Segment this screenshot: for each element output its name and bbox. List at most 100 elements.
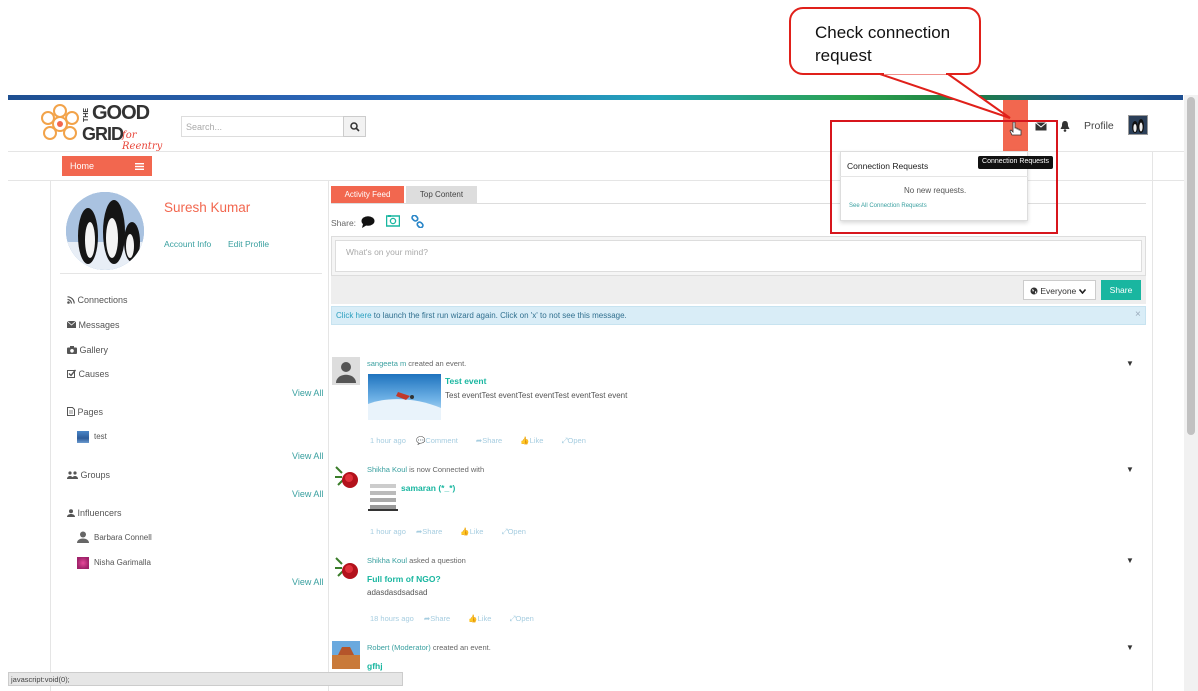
callout-line-1: Check connection <box>815 23 951 42</box>
feed-header: Shikha Koul is now Connected with <box>367 465 484 474</box>
audience-select[interactable]: Everyone <box>1023 280 1096 300</box>
feed-action: asked a question <box>407 556 466 565</box>
feed-options-caret[interactable]: ▼ <box>1126 643 1134 652</box>
post-composer: What's on your mind? <box>331 236 1146 276</box>
feed-options-caret[interactable]: ▼ <box>1126 465 1134 474</box>
feed-author-link[interactable]: sangeeta m <box>367 359 406 368</box>
account-info-link[interactable]: Account Info <box>164 239 211 249</box>
camera-icon <box>67 346 77 354</box>
logo-good: GOOD <box>92 102 150 124</box>
feed-actions: 1 hour ago ➦Share 👍Like ⤢Open <box>370 527 542 537</box>
profile-link[interactable]: Profile <box>1084 120 1114 132</box>
influencer-nisha-garimalla[interactable]: Nisha Garimalla <box>94 558 151 567</box>
open-label: Open <box>507 527 526 536</box>
influencers-view-all-link[interactable]: View All <box>292 577 323 587</box>
sidebar-item-pages[interactable]: Pages <box>67 407 103 417</box>
search-button[interactable] <box>343 116 366 137</box>
groups-view-all-link[interactable]: View All <box>292 489 323 499</box>
close-icon[interactable]: × <box>1135 309 1141 320</box>
feed-action: is now Connected with <box>407 465 485 474</box>
share-label: Share <box>430 614 451 623</box>
feed-item-title[interactable]: Full form of NGO? <box>367 574 441 584</box>
search-input[interactable]: Search... <box>181 116 344 137</box>
comment-action[interactable]: 💬Comment <box>416 436 466 445</box>
rss-icon <box>67 296 75 304</box>
hamburger-menu-icon[interactable] <box>135 163 144 170</box>
feed-options-caret[interactable]: ▼ <box>1126 359 1134 368</box>
feed-options-caret[interactable]: ▼ <box>1126 556 1134 565</box>
share-action[interactable]: ➦Share <box>424 614 458 623</box>
like-action[interactable]: 👍Like <box>460 527 491 536</box>
feed-header: sangeeta m created an event. <box>367 359 466 368</box>
influencer-avatar[interactable] <box>77 557 89 569</box>
feed-author-link[interactable]: Shikha Koul <box>367 465 407 474</box>
sidebar-item-messages[interactable]: Messages <box>66 320 120 330</box>
site-logo[interactable]: THE GOOD GRID for Reentry <box>38 102 178 152</box>
share-label: Share <box>422 527 443 536</box>
share-action[interactable]: ➦Share <box>416 527 450 536</box>
feed-timestamp: 1 hour ago <box>370 436 406 445</box>
callout-line-2: request <box>815 46 872 65</box>
tab-activity-feed[interactable]: Activity Feed <box>331 186 404 203</box>
skydiver-photo-icon <box>368 392 441 420</box>
profile-divider <box>60 273 322 274</box>
feed-item-title[interactable]: Test event <box>445 376 486 386</box>
landscape-photo-icon <box>332 641 360 669</box>
feed-item-title[interactable]: samaran (*_*) <box>401 483 455 493</box>
status-textarea[interactable]: What's on your mind? <box>335 240 1142 272</box>
link-icon[interactable] <box>411 215 424 228</box>
sidebar-item-label: Messages <box>78 320 120 330</box>
bell-icon[interactable] <box>1060 121 1070 132</box>
share-button[interactable]: Share <box>1101 280 1141 300</box>
wizard-launch-link[interactable]: Click here <box>336 311 372 320</box>
edit-profile-link[interactable]: Edit Profile <box>228 239 269 249</box>
influencer-barbara-connell[interactable]: Barbara Connell <box>94 533 152 542</box>
sidebar-item-influencers[interactable]: Influencers <box>67 508 122 518</box>
penguins-photo-icon <box>66 192 144 270</box>
user-silhouette-icon <box>336 362 356 383</box>
like-action[interactable]: 👍Like <box>468 614 499 623</box>
profile-name: Suresh Kumar <box>164 200 251 215</box>
open-action[interactable]: ⤢Open <box>502 527 534 536</box>
event-image[interactable] <box>368 374 441 420</box>
sidebar-item-causes[interactable]: Causes <box>67 369 109 379</box>
feed-timestamp: 1 hour ago <box>370 527 406 536</box>
open-action[interactable]: ⤢Open <box>562 436 594 445</box>
page-item-test[interactable]: test <box>94 432 107 441</box>
like-label: Like <box>477 614 492 623</box>
wizard-notice-text: to launch the first run wizard again. Cl… <box>371 311 627 320</box>
feed-avatar[interactable] <box>332 463 360 491</box>
user-avatar[interactable] <box>1128 115 1148 135</box>
pages-view-all-link[interactable]: View All <box>292 451 323 461</box>
home-button[interactable]: Home <box>62 156 152 176</box>
feed-item-title[interactable]: gfhj <box>367 661 383 671</box>
page-scrollbar[interactable] <box>1184 95 1198 691</box>
causes-view-all-link[interactable]: View All <box>292 388 323 398</box>
annotation-highlight-box <box>830 120 1058 234</box>
feed-author-link[interactable]: Shikha Koul <box>367 556 407 565</box>
tab-top-content[interactable]: Top Content <box>406 186 477 203</box>
profile-photo[interactable] <box>66 192 144 270</box>
page-thumbnail[interactable] <box>77 431 89 443</box>
sidebar-item-gallery[interactable]: Gallery <box>67 345 108 355</box>
like-action[interactable]: 👍Like <box>520 436 551 445</box>
feed-avatar[interactable] <box>332 641 360 669</box>
checkbox-icon <box>67 369 77 378</box>
feed-author-link[interactable]: Robert (Moderator) <box>367 643 431 652</box>
chevron-down-icon <box>1078 288 1086 295</box>
feed-actions: 1 hour ago 💬Comment ➦Share 👍Like ⤢Open <box>370 436 602 446</box>
feed-avatar[interactable] <box>332 357 360 385</box>
sidebar-item-groups[interactable]: Groups <box>67 470 110 480</box>
feed-avatar[interactable] <box>332 554 360 582</box>
speech-bubble-icon[interactable] <box>361 216 375 228</box>
feed-action: created an event. <box>406 359 467 368</box>
open-action[interactable]: ⤢Open <box>510 614 542 623</box>
envelope-icon <box>66 320 77 328</box>
sketch-photo-icon <box>370 484 396 509</box>
connection-thumbnail[interactable] <box>368 481 398 511</box>
sidebar-item-connections[interactable]: Connections <box>67 295 128 305</box>
share-action[interactable]: ➦Share <box>476 436 510 445</box>
photo-icon[interactable] <box>386 215 400 227</box>
scrollbar-thumb[interactable] <box>1187 97 1195 435</box>
feed-header: Shikha Koul asked a question <box>367 556 466 565</box>
